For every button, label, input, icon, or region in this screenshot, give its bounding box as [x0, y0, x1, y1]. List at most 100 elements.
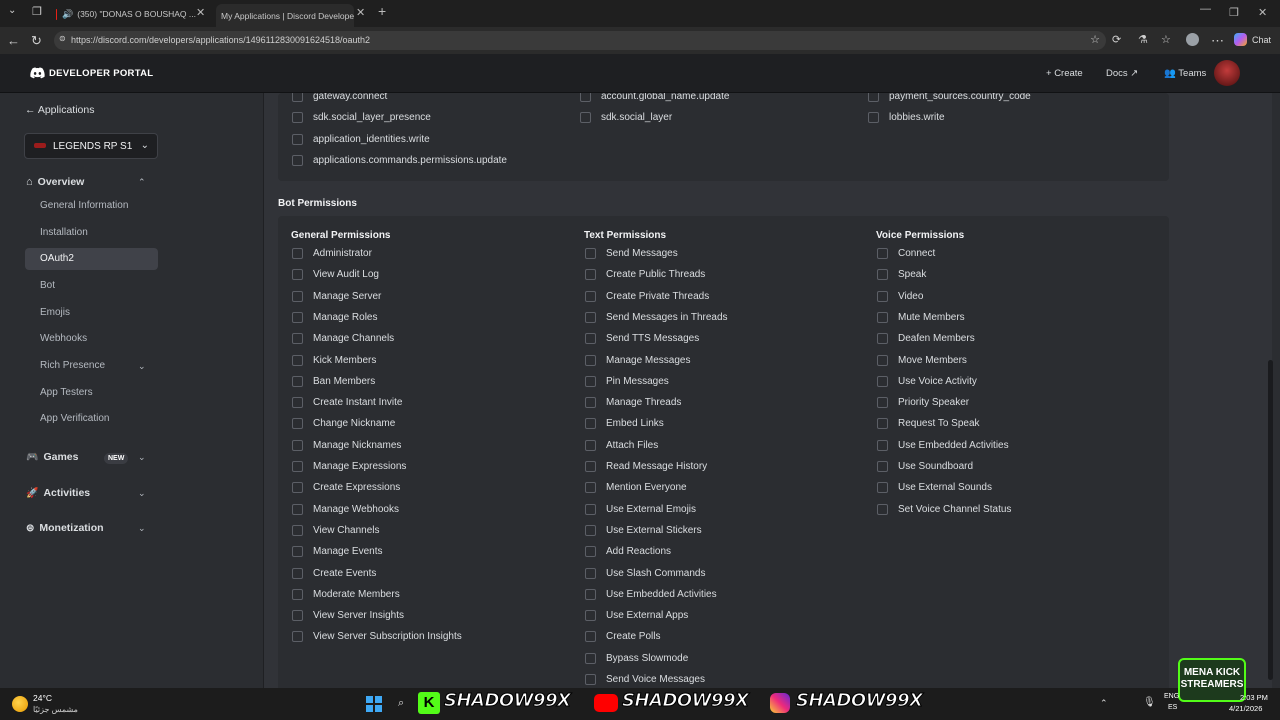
permission-option[interactable]: Create Public Threads — [585, 269, 705, 281]
checkbox[interactable] — [877, 354, 888, 366]
checkbox[interactable] — [585, 248, 596, 259]
permission-option[interactable]: lobbies.write — [868, 112, 945, 124]
permission-option[interactable]: Embed Links — [585, 418, 664, 430]
permission-option[interactable]: Create Instant Invite — [292, 397, 403, 409]
permission-option[interactable]: Use Slash Commands — [585, 567, 705, 579]
sidebar-item-emojis[interactable]: Emojis — [40, 307, 70, 318]
checkbox[interactable] — [292, 354, 303, 366]
permission-option[interactable]: View Server Subscription Insights — [292, 631, 462, 643]
back-icon[interactable]: ← — [7, 33, 20, 48]
create-button[interactable]: + Create — [1046, 68, 1083, 79]
checkbox[interactable] — [877, 503, 888, 515]
permission-option[interactable]: Set Voice Channel Status — [877, 503, 1011, 515]
permission-option[interactable]: View Audit Log — [292, 269, 379, 281]
permission-option[interactable]: Use External Emojis — [585, 503, 696, 515]
copilot-icon[interactable] — [1234, 33, 1247, 46]
checkbox[interactable] — [292, 546, 303, 558]
permission-option[interactable]: payment_sources.country_code — [868, 93, 1031, 102]
sidebar-item-app-testers[interactable]: App Testers — [40, 387, 93, 398]
checkbox[interactable] — [292, 112, 303, 124]
close-tab-icon[interactable]: ✕ — [196, 6, 205, 19]
extensions-icon[interactable]: ⟳ — [1112, 33, 1121, 46]
permission-option[interactable]: Manage Expressions — [292, 461, 406, 472]
tab-list-icon[interactable]: ⌄ — [8, 5, 16, 16]
checkbox[interactable] — [868, 93, 879, 102]
checkbox[interactable] — [877, 439, 888, 451]
permission-option[interactable]: Create Expressions — [292, 482, 400, 494]
checkbox[interactable] — [292, 397, 303, 409]
sidebar-item-app-verification[interactable]: App Verification — [40, 413, 110, 424]
tab-discord[interactable]: My Applications | Discord Developer — [216, 4, 354, 27]
permission-option[interactable]: Administrator — [292, 248, 372, 259]
checkbox[interactable] — [585, 311, 596, 323]
checkbox[interactable] — [585, 588, 596, 600]
permission-option[interactable]: Change Nickname — [292, 418, 395, 430]
permission-option[interactable]: Deafen Members — [877, 333, 975, 345]
checkbox[interactable] — [585, 290, 596, 302]
permission-option[interactable]: Mention Everyone — [585, 482, 687, 494]
permission-option[interactable]: Pin Messages — [585, 375, 669, 387]
checkbox[interactable] — [877, 290, 888, 302]
sidebar-item-monetization[interactable]: ⊜ Monetization — [26, 522, 104, 534]
permission-option[interactable]: Use External Stickers — [585, 524, 702, 536]
permission-option[interactable]: sdk.social_layer_presence — [292, 112, 431, 124]
close-tab-icon[interactable]: ✕ — [356, 6, 365, 19]
checkbox[interactable] — [292, 461, 303, 472]
clock-time[interactable]: 2:03 PM — [1240, 693, 1268, 702]
chevron-up-icon[interactable]: ⌃ — [138, 177, 146, 188]
user-avatar[interactable] — [1214, 60, 1240, 86]
more-icon[interactable]: ⋯ — [1211, 33, 1224, 49]
permission-option[interactable]: Use Embedded Activities — [877, 439, 1009, 451]
checkbox[interactable] — [292, 375, 303, 387]
split-screen-icon[interactable]: ⚗ — [1138, 33, 1148, 46]
sidebar-item-activities[interactable]: 🚀 Activities — [26, 487, 90, 499]
close-window-icon[interactable]: ✕ — [1258, 6, 1267, 19]
back-to-applications[interactable]: ← Applications — [25, 104, 94, 116]
checkbox[interactable] — [292, 567, 303, 579]
checkbox[interactable] — [585, 397, 596, 409]
permission-option[interactable]: Use Soundboard — [877, 461, 973, 472]
permission-option[interactable]: Attach Files — [585, 439, 658, 451]
teams-link[interactable]: 👥 Teams — [1164, 68, 1206, 79]
sidebar-item-overview[interactable]: ⌂ Overview — [26, 176, 84, 188]
site-info-icon[interactable]: ⊜ — [59, 34, 66, 43]
checkbox[interactable] — [585, 354, 596, 366]
checkbox[interactable] — [292, 93, 303, 102]
permission-option[interactable]: Manage Events — [292, 546, 383, 558]
speaker-icon[interactable]: 🔊 — [62, 9, 73, 20]
chevron-down-icon[interactable]: ⌄ — [138, 523, 146, 534]
checkbox[interactable] — [292, 418, 303, 430]
checkbox[interactable] — [877, 418, 888, 430]
microphone-icon[interactable]: 🎙 — [1143, 697, 1156, 708]
chat-label[interactable]: Chat — [1252, 35, 1271, 45]
docs-link[interactable]: Docs ↗ — [1106, 68, 1138, 79]
permission-option[interactable]: Move Members — [877, 354, 967, 366]
permission-option[interactable]: Send Messages in Threads — [585, 311, 728, 323]
checkbox[interactable] — [292, 133, 303, 145]
permission-option[interactable]: Send Voice Messages — [585, 674, 705, 685]
permission-option[interactable]: Manage Nicknames — [292, 439, 401, 451]
permission-option[interactable]: Read Message History — [585, 461, 707, 472]
checkbox[interactable] — [877, 248, 888, 259]
minimize-icon[interactable]: — — [1200, 3, 1211, 15]
checkbox[interactable] — [585, 567, 596, 579]
checkbox[interactable] — [580, 112, 591, 124]
sidebar-item-rich-presence[interactable]: Rich Presence — [40, 360, 105, 371]
permission-option[interactable]: Send Messages — [585, 248, 678, 259]
sidebar-item-general-information[interactable]: General Information — [40, 200, 128, 211]
permission-option[interactable]: gateway.connect — [292, 93, 387, 102]
refresh-icon[interactable]: ↻ — [31, 33, 42, 49]
permission-option[interactable]: View Server Insights — [292, 610, 404, 622]
checkbox[interactable] — [877, 333, 888, 345]
checkbox[interactable] — [292, 439, 303, 451]
checkbox[interactable] — [877, 375, 888, 387]
chevron-up-icon[interactable]: ⌃ — [1100, 698, 1108, 709]
permission-option[interactable]: application_identities.write — [292, 133, 430, 145]
permission-option[interactable]: account.global_name.update — [580, 93, 729, 102]
checkbox[interactable] — [585, 631, 596, 643]
checkbox[interactable] — [585, 652, 596, 664]
checkbox[interactable] — [292, 248, 303, 259]
permission-option[interactable]: Add Reactions — [585, 546, 671, 558]
app-selector[interactable]: LEGENDS RP S1 ⌄ — [24, 133, 158, 159]
workspaces-icon[interactable]: ❐ — [32, 5, 42, 18]
